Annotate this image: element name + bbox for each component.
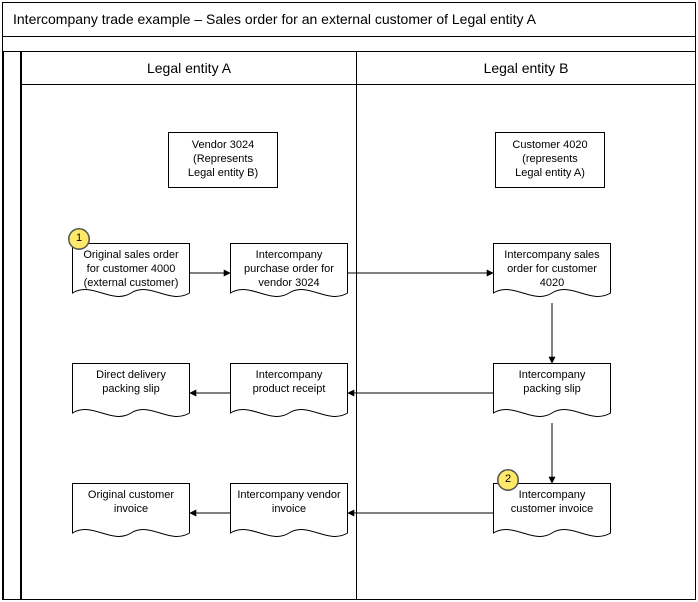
doc-label: Original customer invoice (78, 489, 184, 517)
badge-1: 1 (68, 228, 90, 250)
doc-ic-customer-invoice: Intercompany customer invoice (493, 483, 611, 545)
left-pillar (3, 51, 21, 599)
doc-label: Direct delivery packing slip (78, 369, 184, 397)
doc-direct-delivery-packing-slip: Direct delivery packing slip (72, 363, 190, 425)
customer-box: Customer 4020(representsLegal entity A) (495, 132, 605, 188)
doc-label: Intercompany vendor invoice (236, 489, 342, 517)
doc-ic-packing-slip: Intercompany packing slip (493, 363, 611, 425)
diagram-frame: Intercompany trade example – Sales order… (2, 2, 696, 600)
doc-label: Intercompany product receipt (236, 369, 342, 397)
entity-b-header: Legal entity B (357, 51, 696, 85)
diagram-title: Intercompany trade example – Sales order… (3, 3, 695, 37)
vendor-box: Vendor 3024(RepresentsLegal entity B) (168, 132, 278, 188)
doc-ic-sales-order: Intercompany sales order for customer 40… (493, 243, 611, 305)
customer-text: Customer 4020(representsLegal entity A) (512, 139, 587, 179)
doc-original-customer-invoice: Original customer invoice (72, 483, 190, 545)
doc-label: Intercompany packing slip (499, 369, 605, 397)
doc-label: Intercompany sales order for customer 40… (499, 249, 605, 290)
doc-ic-product-receipt: Intercompany product receipt (230, 363, 348, 425)
doc-original-sales-order: Original sales order for customer 4000 (… (72, 243, 190, 305)
doc-ic-purchase-order: Intercompany purchase order for vendor 3… (230, 243, 348, 305)
badge-2: 2 (497, 469, 519, 491)
doc-ic-vendor-invoice: Intercompany vendor invoice (230, 483, 348, 545)
vendor-text: Vendor 3024(RepresentsLegal entity B) (188, 139, 258, 179)
doc-label: Original sales order for customer 4000 (… (78, 249, 184, 290)
entity-a-header: Legal entity A (21, 51, 357, 85)
doc-label: Intercompany purchase order for vendor 3… (236, 249, 342, 290)
doc-label: Intercompany customer invoice (499, 489, 605, 517)
